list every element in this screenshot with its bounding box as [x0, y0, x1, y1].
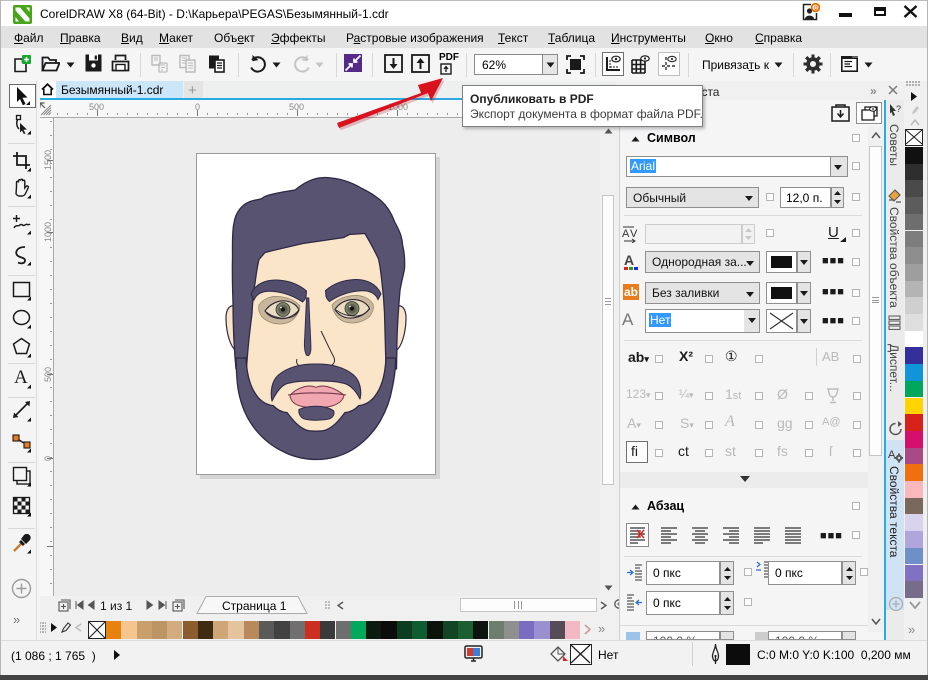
svg-text:0: 0	[814, 5, 818, 12]
svg-text:А: А	[624, 252, 634, 268]
svg-text:A: A	[14, 367, 28, 388]
svg-text:A: A	[888, 449, 896, 461]
svg-text:A: A	[622, 228, 630, 240]
svg-text:V: V	[630, 228, 638, 240]
svg-text:?: ?	[896, 104, 901, 114]
